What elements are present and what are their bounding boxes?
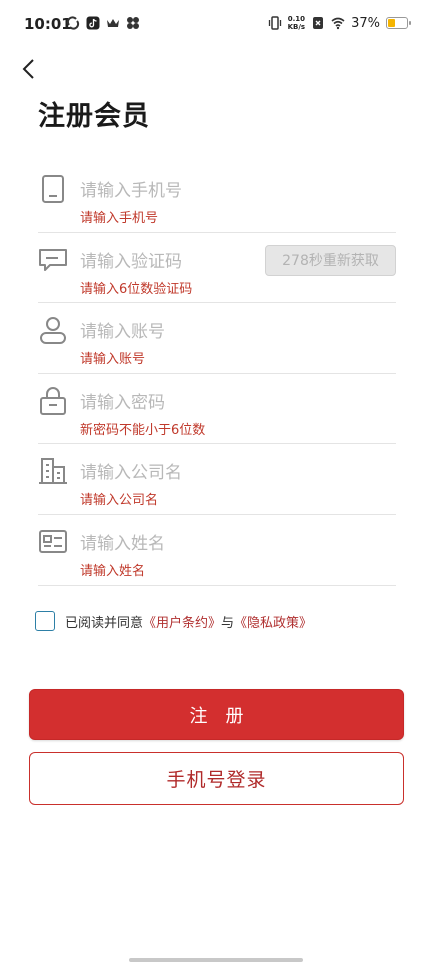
status-notification-icons (66, 16, 140, 30)
password-hint: 新密码不能小于6位数 (80, 422, 206, 438)
phone-icon (42, 175, 64, 203)
phone-input[interactable] (80, 181, 300, 201)
code-field-row: 请输入6位数验证码 278秒重新获取 (38, 233, 396, 304)
battery-icon (386, 17, 411, 29)
agreement-row: 已阅读并同意 《用户条约》 与 《隐私政策》 (35, 611, 312, 631)
net-speed-unit: KB/s (287, 23, 306, 31)
user-terms-link[interactable]: 《用户条约》 (143, 612, 221, 631)
tiktok-icon (86, 16, 100, 30)
message-icon (39, 248, 67, 271)
building-icon (39, 458, 67, 485)
company-input[interactable] (80, 463, 300, 484)
chevron-left-icon (22, 59, 34, 79)
net-speed: 0.10 KB/s (288, 15, 305, 31)
sync-icon (66, 16, 80, 30)
page-title: 注册会员 (38, 101, 150, 132)
sim-off-icon (313, 17, 324, 29)
privacy-policy-link[interactable]: 《隐私政策》 (234, 612, 312, 631)
name-input[interactable] (80, 533, 300, 554)
crown-icon (107, 19, 119, 27)
back-button[interactable] (14, 54, 44, 84)
phone-hint: 请输入手机号 (80, 211, 159, 226)
company-hint: 请输入公司名 (80, 493, 159, 509)
agreement-prefix: 已阅读并同意 (65, 615, 144, 631)
agreement-checkbox[interactable] (35, 611, 55, 631)
status-bar: 10:01 0.10 KB/s 37% (0, 0, 432, 52)
status-time: 10:01 (24, 15, 72, 33)
company-field-row: 请输入公司名 (38, 444, 396, 515)
lock-icon (40, 386, 66, 415)
fan-icon (127, 17, 139, 29)
wifi-icon (331, 17, 345, 30)
account-input[interactable] (80, 322, 300, 343)
user-icon (40, 317, 66, 345)
password-input[interactable] (80, 392, 300, 413)
resend-code-button[interactable]: 278秒重新获取 (265, 244, 396, 276)
id-card-icon (39, 529, 67, 553)
battery-percent: 37% (351, 15, 380, 31)
name-field-row: 请输入姓名 (38, 515, 396, 586)
phone-login-button[interactable]: 手机号登录 (29, 752, 404, 805)
code-hint: 请输入6位数验证码 (80, 281, 193, 297)
account-field-row: 请输入账号 (38, 303, 396, 374)
register-button[interactable]: 注册 (29, 689, 404, 740)
vibrate-icon (268, 16, 281, 30)
battery-fill (388, 19, 396, 27)
status-right: 0.10 KB/s 37% (268, 15, 411, 31)
phone-field-row: 请输入手机号 (38, 162, 396, 233)
name-hint: 请输入姓名 (80, 563, 146, 579)
home-indicator[interactable] (129, 958, 303, 962)
register-form: 请输入手机号 请输入6位数验证码 278秒重新获取 请输入账号 新密码不能小于6… (38, 162, 396, 586)
net-speed-value: 0.10 (287, 15, 305, 23)
agreement-joiner: 与 (221, 615, 235, 631)
account-hint: 请输入账号 (80, 352, 146, 368)
password-field-row: 新密码不能小于6位数 (38, 374, 396, 445)
